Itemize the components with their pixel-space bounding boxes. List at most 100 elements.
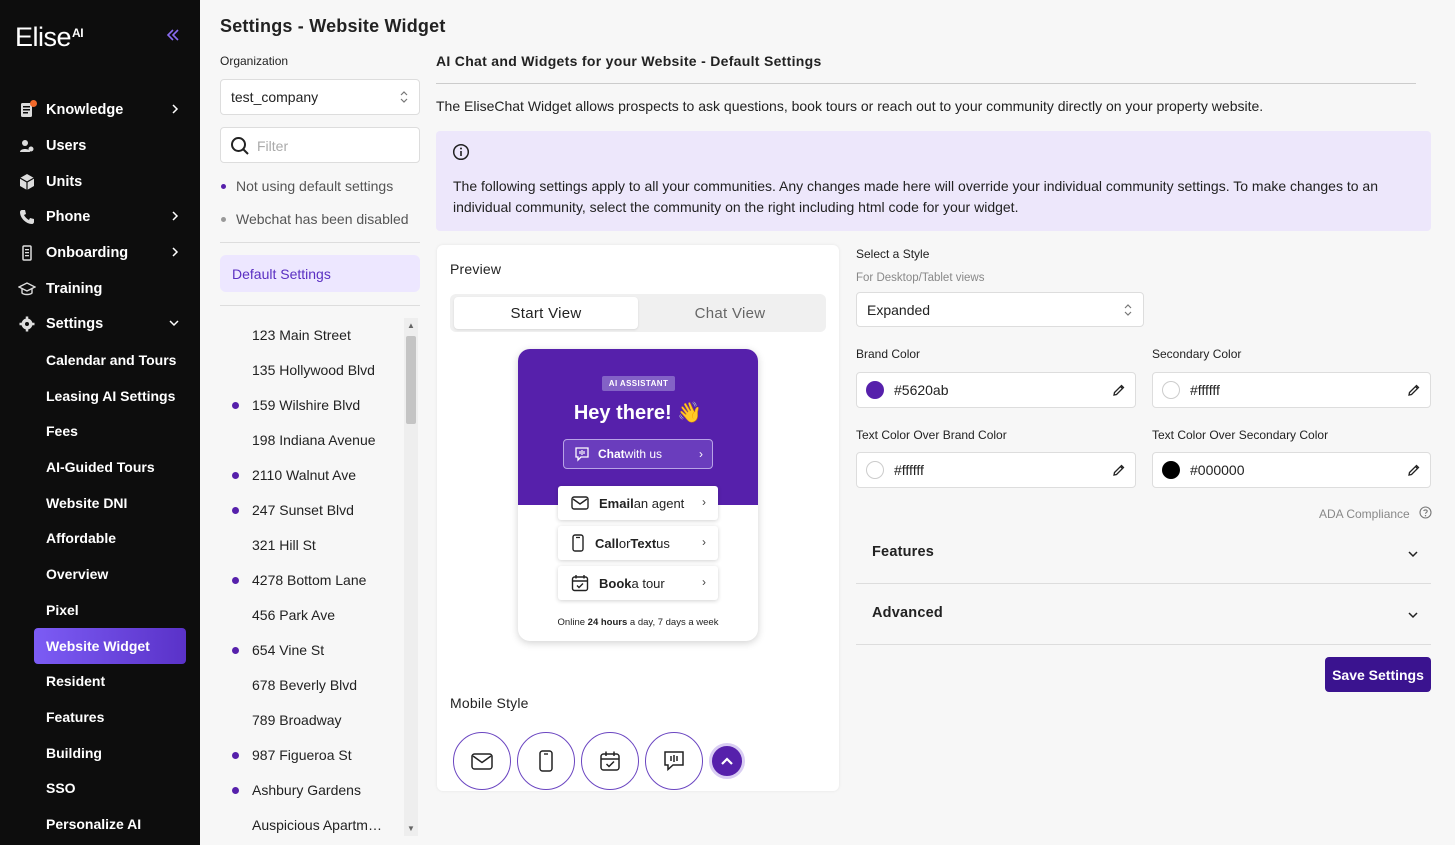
subnav-resident[interactable]: Resident [34,663,186,699]
pencil-icon[interactable] [1112,463,1126,480]
subnav-building[interactable]: Building [34,735,186,771]
save-settings-button[interactable]: Save Settings [1325,657,1431,692]
subnav-website-dni[interactable]: Website DNI [34,485,186,521]
community-name: 456 Park Ave [252,607,336,623]
updown-chevron-icon [1124,304,1132,316]
community-item[interactable]: 198 Indiana Avenue [220,423,404,458]
legend-not-default: Not using default settings [221,178,393,194]
legend-text: Webchat has been disabled [236,211,409,227]
start-view-tab[interactable]: Start View [454,297,638,329]
ada-compliance[interactable]: ADA Compliance [1319,506,1432,522]
subnav-personalize-ai[interactable]: Personalize AI [34,806,186,842]
pencil-icon[interactable] [1407,463,1421,480]
mobile-chat-button[interactable] [645,732,703,790]
nav-users[interactable]: Users [16,131,186,161]
community-item[interactable]: 654 Vine St [220,633,404,668]
community-item[interactable]: 789 Broadway [220,703,404,738]
nav-label: Training [46,281,103,297]
nav-phone[interactable]: Phone [16,202,186,232]
brand-color-label: Brand Color [856,347,921,361]
community-item[interactable]: 4278 Bottom Lane [220,563,404,598]
features-accordion[interactable]: Features [856,524,1431,584]
text-brand-color-field[interactable]: #ffffff [856,452,1136,488]
text-secondary-color-swatch[interactable] [1162,461,1180,479]
community-item[interactable]: Auspicious Apartme... [220,808,404,838]
nav-label: Units [46,174,83,190]
pencil-icon[interactable] [1112,383,1126,400]
community-item[interactable]: 247 Sunset Blvd [220,493,404,528]
mobile-style-label: Mobile Style [450,695,529,711]
subnav-features[interactable]: Features [34,699,186,735]
community-item[interactable]: 321 Hill St [220,528,404,563]
mobile-tour-button[interactable] [581,732,639,790]
custom-settings-dot [232,752,239,759]
community-scrollbar[interactable]: ▲ ▼ [404,318,418,836]
pencil-icon[interactable] [1407,383,1421,400]
style-select[interactable]: Expanded [856,292,1144,327]
text-secondary-color-field[interactable]: #000000 [1152,452,1431,488]
chevron-right-icon: › [702,495,706,509]
advanced-accordion[interactable]: Advanced [856,585,1431,645]
nav-label: Onboarding [46,245,129,261]
nav-onboarding[interactable]: Onboarding [16,238,186,268]
default-settings-item[interactable]: Default Settings [220,255,420,292]
chat-with-us-button[interactable]: Chat with us › [563,439,713,469]
scroll-down-icon[interactable]: ▼ [407,824,415,833]
community-item[interactable]: 2110 Walnut Ave [220,458,404,493]
online-pre: Online [557,617,588,628]
units-icon [16,171,38,193]
subnav-affordable[interactable]: Affordable [34,520,186,556]
mobile-expand-button[interactable] [709,743,745,779]
features-title: Features [872,544,935,560]
scroll-up-icon[interactable]: ▲ [407,321,415,330]
email-agent-button[interactable]: Email an agent › [558,486,718,520]
nav-knowledge[interactable]: Knowledge [16,95,186,125]
chevron-up-icon [721,757,733,765]
elise-logo[interactable]: EliseAI [15,22,84,53]
scroll-thumb[interactable] [406,336,416,424]
mobile-phone-button[interactable] [517,732,575,790]
community-item[interactable]: Ashbury Gardens [220,773,404,808]
brand-color-swatch[interactable] [866,381,884,399]
sidebar: EliseAI Knowledge Users Units Phone Onbo… [0,0,200,845]
nav-settings[interactable]: Settings [16,309,186,339]
community-item[interactable]: 159 Wilshire Blvd [220,388,404,423]
secondary-color-field[interactable]: #ffffff [1152,372,1431,408]
call-text-button[interactable]: Call or Text us › [558,526,718,560]
book-tour-button[interactable]: Book a tour › [558,566,718,600]
text-brand-color-swatch[interactable] [866,461,884,479]
subnav-fees[interactable]: Fees [34,413,186,449]
subnav-website-widget[interactable]: Website Widget [34,628,186,664]
filter-input[interactable] [257,136,407,156]
collapse-sidebar-icon[interactable] [164,26,184,46]
organization-select[interactable]: test_company [220,79,420,115]
community-filter[interactable] [220,127,420,163]
subnav-ai-guided-tours[interactable]: AI-Guided Tours [34,449,186,485]
community-name: 198 Indiana Avenue [252,432,376,448]
brand-color-field[interactable]: #5620ab [856,372,1136,408]
community-item[interactable]: 678 Beverly Blvd [220,668,404,703]
chat-view-tab[interactable]: Chat View [638,297,822,329]
help-icon[interactable] [1419,506,1432,522]
nav-training[interactable]: Training [16,274,186,304]
subnav-sso[interactable]: SSO [34,770,186,806]
subnav-pixel[interactable]: Pixel [34,592,186,628]
gray-dot [221,216,226,222]
onboarding-icon [16,242,38,264]
text-brand-color-label: Text Color Over Brand Color [856,428,1007,442]
community-item[interactable]: 135 Hollywood Blvd [220,353,404,388]
community-item[interactable]: 987 Figueroa St [220,738,404,773]
mobile-email-button[interactable] [453,732,511,790]
community-item[interactable]: 123 Main Street [220,318,404,353]
community-item[interactable]: 456 Park Ave [220,598,404,633]
subnav-calendar-and-tours[interactable]: Calendar and Tours [34,342,186,378]
email-bold: Email [599,495,634,511]
subnav-leasing-ai-settings[interactable]: Leasing AI Settings [34,378,186,414]
nav-label: Users [46,138,87,154]
chevron-right-icon: › [699,447,703,461]
subnav-overview[interactable]: Overview [34,556,186,592]
nav-units[interactable]: Units [16,167,186,197]
calendar-check-icon [571,574,589,592]
knowledge-icon [16,99,38,121]
secondary-color-swatch[interactable] [1162,381,1180,399]
